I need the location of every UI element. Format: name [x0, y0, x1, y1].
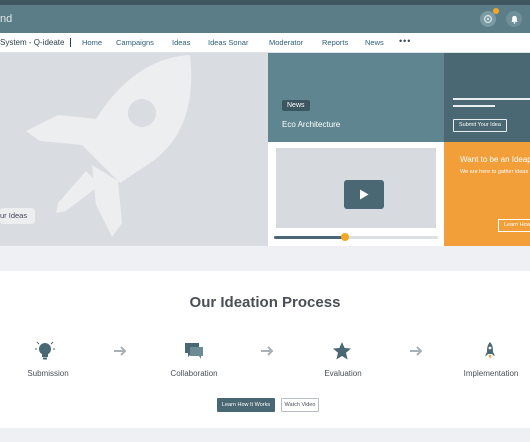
section-title: Our Ideation Process — [189, 294, 341, 311]
video-progress-fill — [274, 236, 345, 239]
nav-news[interactable]: News — [365, 38, 384, 47]
rocket-icon — [26, 55, 192, 237]
learn-how-button[interactable]: Learn How — [498, 219, 530, 232]
video-progress-bar[interactable] — [274, 233, 438, 241]
submit-idea-tile: Submit Your Idea — [444, 53, 530, 142]
step-label: Implementation — [463, 369, 519, 378]
news-title[interactable]: Eco Architecture — [282, 120, 340, 129]
arrow-right-icon — [261, 346, 274, 356]
ideation-process-section: Our Ideation Process Submission Collabor… — [0, 271, 530, 428]
lightbulb-icon — [35, 341, 55, 360]
nav-moderator[interactable]: Moderator — [269, 38, 303, 47]
news-tile[interactable]: News Eco Architecture — [268, 53, 444, 142]
step-label: Evaluation — [324, 369, 362, 378]
ideaprenuer-subtitle: We are here to gather ideas — [460, 169, 529, 175]
nav-home[interactable]: Home — [82, 38, 102, 47]
video-player[interactable] — [276, 148, 436, 228]
submit-text-line — [453, 98, 530, 100]
nav-ideas-sonar[interactable]: Ideas Sonar — [208, 38, 248, 47]
step-label: Collaboration — [170, 369, 218, 378]
app-title: System - Q-ideate — [0, 38, 72, 47]
nav-reports[interactable]: Reports — [322, 38, 348, 47]
arrow-right-icon — [114, 346, 127, 356]
video-tile — [268, 142, 444, 246]
notification-dot — [493, 8, 499, 14]
news-badge: News — [282, 100, 310, 111]
rocket-icon — [485, 342, 495, 359]
play-button[interactable] — [344, 180, 384, 209]
main-nav: System - Q-ideate Home Campaigns Ideas I… — [0, 33, 530, 53]
brand-name: nd — [0, 13, 13, 25]
ideaprenuer-tile: Want to be an Ideap We are here to gathe… — [444, 142, 530, 246]
ideaprenuer-title: Want to be an Ideap — [460, 155, 530, 164]
notifications-button[interactable] — [506, 11, 522, 27]
chat-icon — [185, 343, 203, 359]
play-icon — [360, 189, 369, 200]
nav-campaigns[interactable]: Campaigns — [116, 38, 154, 47]
watch-video-button[interactable]: Watch Video — [281, 398, 319, 412]
settings-icon — [483, 14, 493, 24]
your-ideas-button[interactable]: ur Ideas — [0, 208, 36, 224]
hero-banner: ur Ideas — [0, 53, 268, 246]
step-label: Submission — [27, 369, 69, 378]
submit-text-line — [453, 105, 495, 107]
bell-icon — [510, 15, 518, 24]
learn-how-it-works-button[interactable]: Learn How It Works — [217, 398, 275, 412]
more-menu-button[interactable]: ••• — [399, 36, 411, 46]
app-header: nd — [0, 5, 530, 33]
nav-ideas[interactable]: Ideas — [172, 38, 190, 47]
arrow-right-icon — [410, 346, 423, 356]
video-progress-handle[interactable] — [340, 233, 349, 241]
settings-button[interactable] — [480, 8, 499, 27]
star-icon — [333, 342, 351, 360]
submit-idea-button[interactable]: Submit Your Idea — [453, 119, 507, 132]
